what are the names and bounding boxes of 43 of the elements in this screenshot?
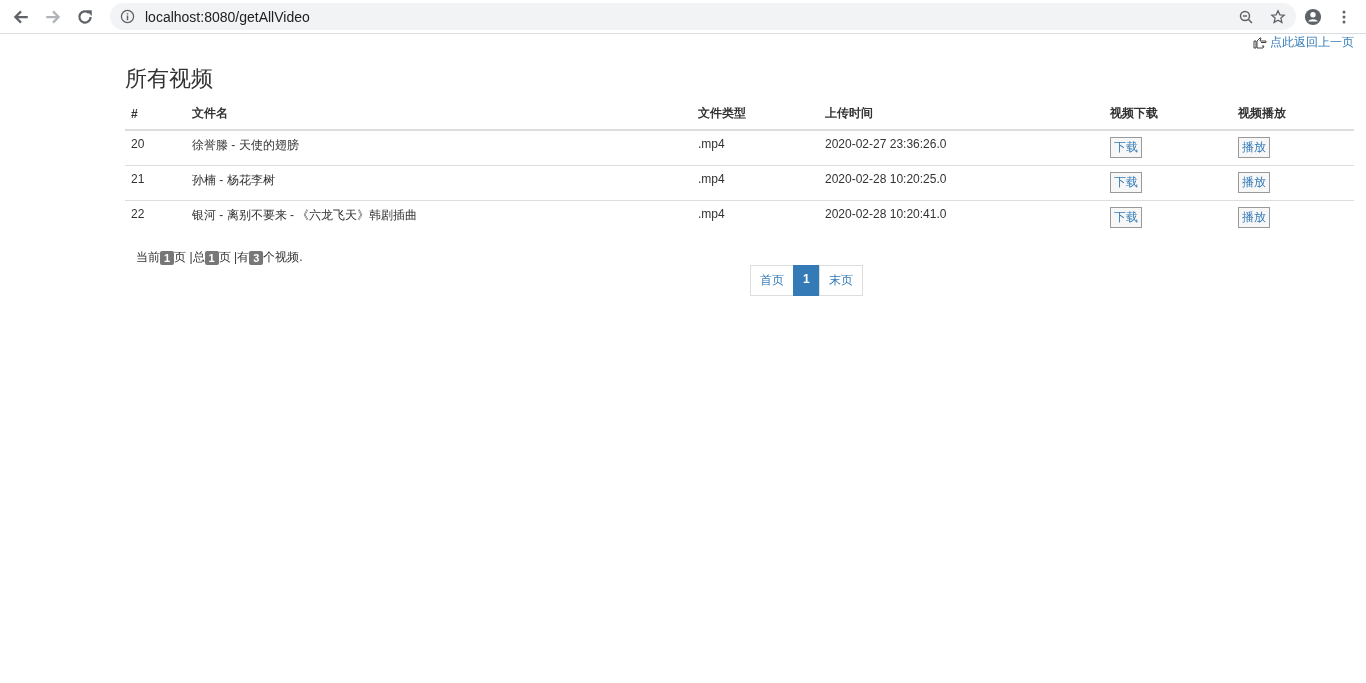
- page-link[interactable]: 末页: [818, 265, 863, 296]
- table-cell: 徐誉滕 - 天使的翅膀: [186, 130, 692, 166]
- play-button[interactable]: 播放: [1238, 207, 1270, 228]
- table-cell: 21: [125, 165, 186, 201]
- count-badge: 1: [204, 250, 219, 265]
- star-icon[interactable]: [1270, 8, 1286, 25]
- summary-text: 页 |有: [218, 249, 250, 266]
- column-header: 视频播放: [1232, 100, 1354, 130]
- column-header: 上传时间: [819, 100, 1104, 130]
- table-cell: .mp4: [692, 130, 819, 166]
- download-button[interactable]: 下载: [1110, 207, 1142, 228]
- table-cell: 22: [125, 200, 186, 235]
- info-icon: [120, 9, 135, 24]
- address-bar[interactable]: localhost:8080/getAllVideo: [110, 3, 1296, 30]
- count-badge: 1: [160, 250, 175, 265]
- page-title: 所有视频: [125, 65, 214, 93]
- table-cell: .mp4: [692, 165, 819, 201]
- table-cell: 2020-02-28 10:20:41.0: [819, 200, 1104, 235]
- table-cell: .mp4: [692, 200, 819, 235]
- table-cell: 20: [125, 130, 186, 166]
- url-text: localhost:8080/getAllVideo: [145, 8, 310, 25]
- count-badge: 3: [249, 250, 264, 265]
- column-header: 文件名: [186, 100, 692, 130]
- table-cell: 2020-02-27 23:36:26.0: [819, 130, 1104, 166]
- summary-text: 个视频.: [263, 249, 303, 266]
- back-link[interactable]: 点此返回上一页: [1270, 34, 1354, 51]
- account-icon[interactable]: [1304, 7, 1322, 26]
- play-button[interactable]: 播放: [1238, 172, 1270, 193]
- table-cell: 2020-02-28 10:20:25.0: [819, 165, 1104, 201]
- summary-text: 页 |总: [174, 249, 205, 266]
- menu-icon[interactable]: [1342, 8, 1346, 25]
- summary-text: 当前: [136, 249, 160, 266]
- reload-icon[interactable]: [76, 7, 94, 26]
- table-cell: 银河 - 离别不要来 - 《六龙飞天》韩剧插曲: [186, 200, 692, 235]
- column-header: #: [125, 100, 186, 130]
- column-header: 文件类型: [692, 100, 819, 130]
- column-header: 视频下载: [1104, 100, 1232, 130]
- download-button[interactable]: 下载: [1110, 172, 1142, 193]
- table-cell: 孙楠 - 杨花李树: [186, 165, 692, 201]
- play-button[interactable]: 播放: [1238, 137, 1270, 158]
- zoom-out-icon[interactable]: [1238, 8, 1254, 25]
- page-link[interactable]: 1: [793, 265, 820, 296]
- download-button[interactable]: 下载: [1110, 137, 1142, 158]
